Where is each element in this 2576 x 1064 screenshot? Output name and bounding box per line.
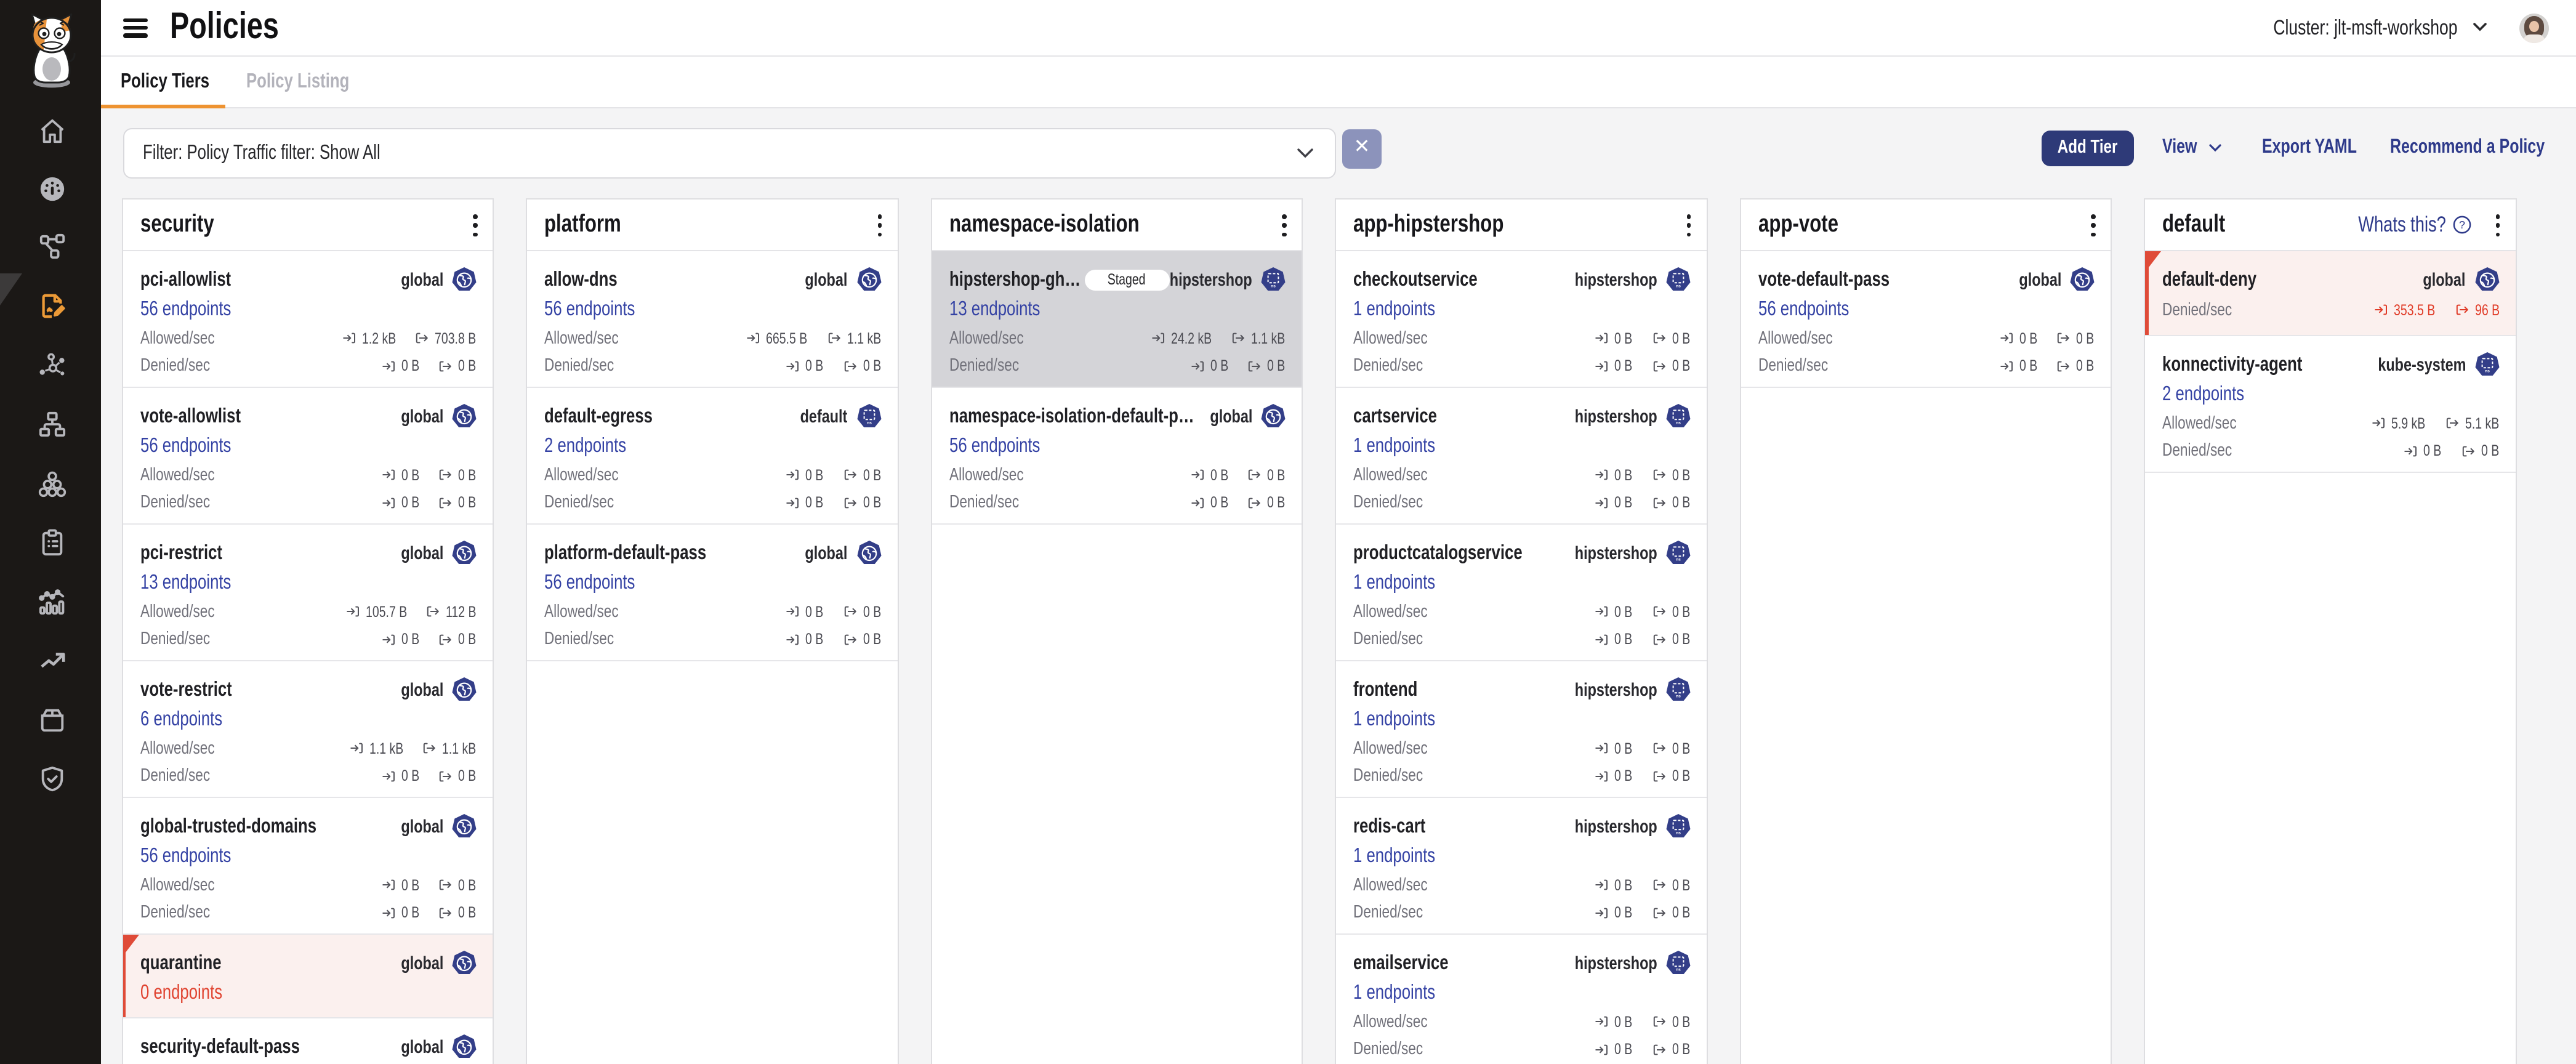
svg-text:ns: ns (866, 421, 871, 425)
svg-text:ns: ns (1675, 695, 1680, 699)
svg-text:ns: ns (1675, 968, 1680, 972)
svg-text:?: ? (2458, 219, 2465, 231)
svg-text:ns: ns (1675, 284, 1680, 289)
svg-text:ns: ns (1271, 284, 1276, 289)
svg-text:ns: ns (2484, 369, 2489, 374)
svg-text:ns: ns (1675, 558, 1680, 562)
svg-text:ns: ns (1675, 831, 1680, 836)
svg-text:ns: ns (1675, 421, 1680, 425)
